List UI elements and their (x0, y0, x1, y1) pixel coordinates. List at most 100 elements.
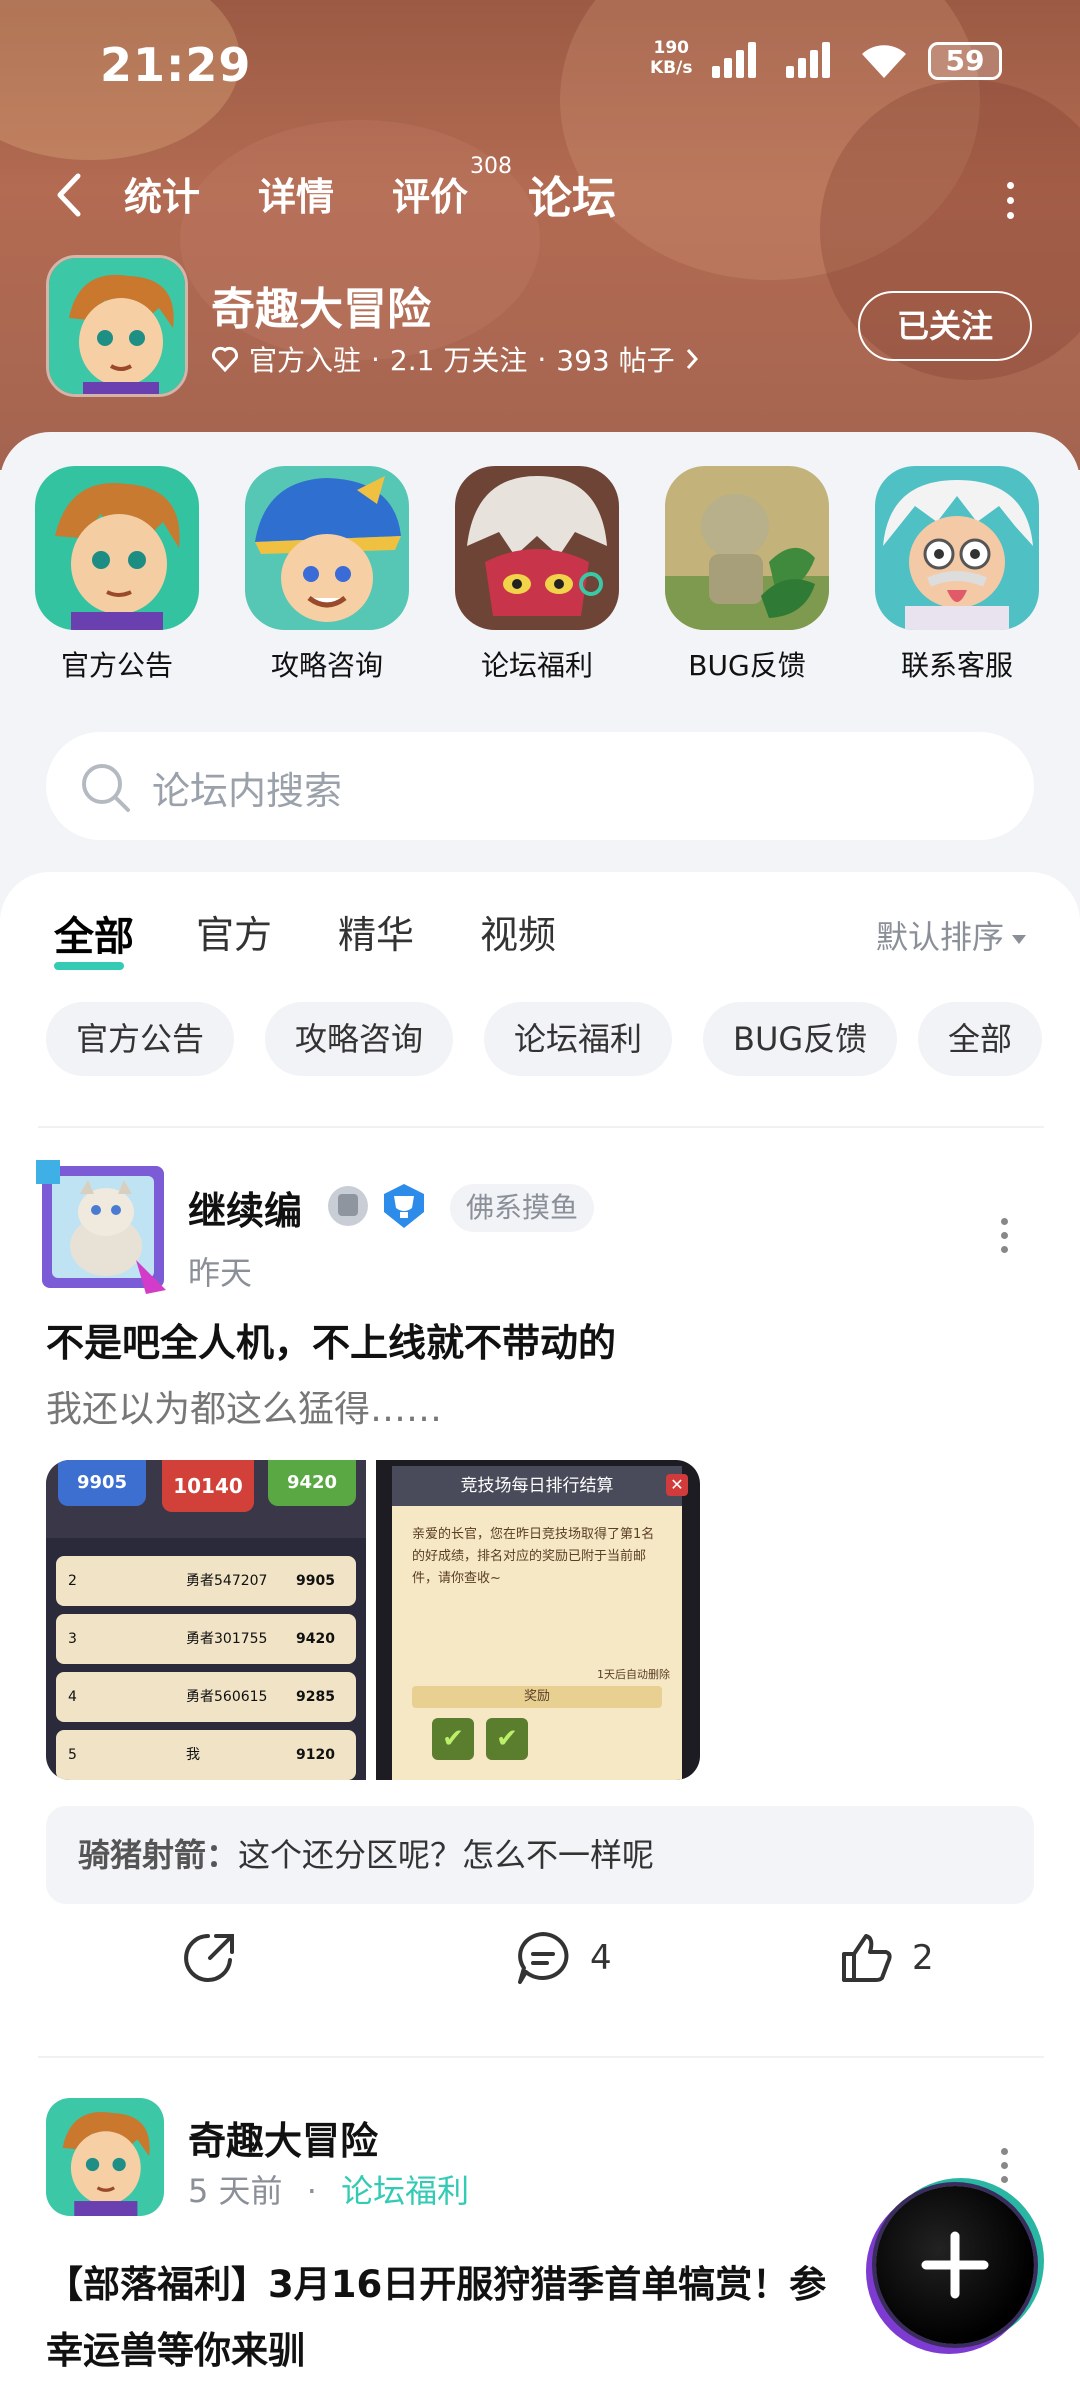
divider (38, 2056, 1044, 2058)
filter-chip[interactable]: 论坛福利 (484, 1002, 673, 1076)
post-title[interactable]: 幸运兽等你来驯 (46, 2320, 305, 2374)
mail-body: 亲爱的长官，您在昨日竞技场取得了第1名的好成绩，排名对应的奖励已附于当前邮件，请… (412, 1527, 655, 1586)
post-author[interactable]: 奇趣大冒险 (188, 2110, 378, 2165)
reviews-count-badge: 308 (470, 154, 512, 179)
post-excerpt[interactable]: 我还以为都这么猛得…… (46, 1380, 442, 1432)
tab-forum[interactable]: 论坛 (528, 162, 616, 230)
back-arrow-icon[interactable] (50, 170, 90, 220)
more-menu-icon[interactable] (1000, 178, 1020, 219)
post-more-icon[interactable] (996, 1218, 1012, 1260)
category-strategy[interactable]: 攻略咨询 (242, 466, 412, 684)
feed-tab-featured[interactable]: 精华 (338, 904, 414, 959)
trophy-badge-icon (384, 1184, 424, 1228)
net-speed: 190 KB/s (650, 38, 693, 78)
top-comment[interactable]: 骑猪射箭：这个还分区呢？怎么不一样呢 (46, 1806, 1034, 1904)
status-bar: 21:29 190 KB/s 59 (0, 30, 1080, 100)
mail-expire: 1天后自动删除 (597, 1668, 670, 1681)
top-score-badge: 9420 (268, 1460, 356, 1506)
leaderboard-row: 3 勇者301755 9420 (56, 1614, 356, 1664)
forum-search-bar[interactable]: 论坛内搜索 (46, 732, 1034, 840)
category-bug-report[interactable]: BUG反馈 (662, 466, 832, 684)
user-tag: 佛系摸鱼 (450, 1184, 595, 1232)
caret-down-icon (1012, 934, 1027, 944)
medal-icon (328, 1186, 368, 1226)
post-card[interactable]: 继续编 佛系摸鱼 昨天 不是吧全人机，不上线就不带动的 我还以为都这么猛得…… … (0, 1160, 1080, 1984)
battery-icon: 59 (928, 42, 1002, 80)
like-count: 2 (912, 1938, 934, 1978)
filter-chip[interactable]: 全部 (918, 1002, 1043, 1076)
tab-stats[interactable]: 统计 (124, 166, 200, 221)
avatar[interactable] (46, 2098, 164, 2216)
comment-author: 骑猪射箭： (78, 1836, 239, 1874)
feed-tab-video[interactable]: 视频 (480, 904, 556, 959)
plus-icon (921, 2231, 989, 2299)
status-clock: 21:29 (100, 38, 252, 92)
close-icon: ✕ (666, 1474, 688, 1496)
game-app-icon[interactable] (46, 255, 188, 397)
pirate-hero-icon (245, 466, 409, 630)
post-time: 5 天前 (188, 2172, 283, 2210)
leaderboard-row: 4 勇者560615 9285 (56, 1672, 356, 1722)
heart-badge-icon (212, 346, 238, 372)
leaderboard-row: 5 我 9120 (56, 1730, 356, 1780)
category-label: BUG反馈 (688, 649, 806, 682)
check-icon: ✔ (432, 1718, 474, 1760)
divider (38, 1126, 1044, 1128)
category-customer-service[interactable]: 联系客服 (872, 466, 1042, 684)
top-navigation: 统计 详情 评价 308 论坛 (0, 154, 1080, 230)
category-label: 官方公告 (60, 649, 173, 682)
create-post-button[interactable] (876, 2186, 1034, 2344)
search-input[interactable]: 论坛内搜索 (152, 760, 342, 815)
game-title: 奇趣大冒险 (211, 284, 431, 335)
post-more-icon[interactable] (996, 2148, 1012, 2190)
post-time: 昨天 (188, 1254, 253, 1292)
forum-feed: 全部 官方 精华 视频 默认排序 官方公告 攻略咨询 论坛福利 BUG反馈 全部… (0, 872, 1080, 2403)
comment-count: 4 (590, 1938, 612, 1978)
game-info: 奇趣大冒险 官方入驻 · 2.1 万关注 · 393 帖子 已关注 (46, 255, 1046, 405)
like-button[interactable]: 2 (838, 1930, 934, 1986)
category-label: 论坛福利 (480, 649, 593, 682)
filter-chip[interactable]: BUG反馈 (703, 1002, 898, 1076)
wifi-icon (862, 45, 906, 78)
check-icon: ✔ (486, 1718, 528, 1760)
game-meta: 官方入驻 · 2.1 万关注 · 393 帖子 (211, 339, 699, 379)
chevron-right-icon[interactable] (685, 347, 699, 371)
filter-chip[interactable]: 官方公告 (46, 1002, 235, 1076)
share-button[interactable] (182, 1930, 238, 1986)
posts-count[interactable]: 393 帖子 (556, 339, 674, 379)
post-author[interactable]: 继续编 (188, 1180, 302, 1235)
comment-button[interactable]: 4 (514, 1930, 612, 1986)
leaderboard-row: 2 勇者547207 9905 (56, 1556, 356, 1606)
feed-tab-all[interactable]: 全部 (54, 904, 134, 970)
category-label: 联系客服 (900, 649, 1013, 682)
dino-skull-icon (455, 466, 619, 630)
follow-button[interactable]: 已关注 (858, 291, 1032, 361)
category-official-announce[interactable]: 官方公告 (32, 466, 202, 684)
post-image-leaderboard[interactable]: 9905 10140 9420 2 勇者547207 9905 3 勇者3017… (46, 1460, 366, 1780)
tab-details[interactable]: 详情 (258, 166, 334, 221)
followers-count: 2.1 万关注 (389, 344, 528, 377)
category-welfare[interactable]: 论坛福利 (452, 466, 622, 684)
post-title[interactable]: 【部落福利】3月16日开服狩猎季首单犒赏！参 (46, 2254, 826, 2308)
category-label: 攻略咨询 (270, 649, 383, 682)
post-title[interactable]: 不是吧全人机，不上线就不带动的 (46, 1312, 616, 1367)
sort-dropdown[interactable]: 默认排序 (876, 912, 1027, 958)
post-category-link[interactable]: 论坛福利 (341, 2172, 469, 2210)
search-icon (82, 764, 130, 812)
top-score-badge: 9905 (58, 1460, 146, 1506)
post-image-reward-mail[interactable]: 竞技场每日排行结算 ✕ 亲爱的长官，您在昨日竞技场取得了第1名的好成绩，排名对应… (376, 1460, 700, 1780)
tab-reviews[interactable]: 评价 (392, 166, 468, 221)
scientist-icon (875, 466, 1039, 630)
official-badge-label: 官方入驻 (249, 344, 362, 377)
game-header-banner: 21:29 190 KB/s 59 统计 详情 评价 308 论坛 奇趣大冒险 … (0, 0, 1080, 470)
hero-boy-icon (35, 466, 199, 630)
filter-chip[interactable]: 攻略咨询 (265, 1002, 454, 1076)
stone-statue-icon (665, 466, 829, 630)
avatar[interactable] (36, 1160, 170, 1294)
signal-icon (712, 42, 756, 78)
category-panel: 官方公告 攻略咨询 论坛福利 BUG反馈 联系客服 论坛内搜索 (0, 432, 1080, 852)
comment-icon (518, 1932, 569, 1984)
top-score-badge: 10140 (162, 1460, 254, 1512)
feed-tab-official[interactable]: 官方 (196, 904, 272, 959)
thumbs-up-icon (842, 1934, 892, 1982)
